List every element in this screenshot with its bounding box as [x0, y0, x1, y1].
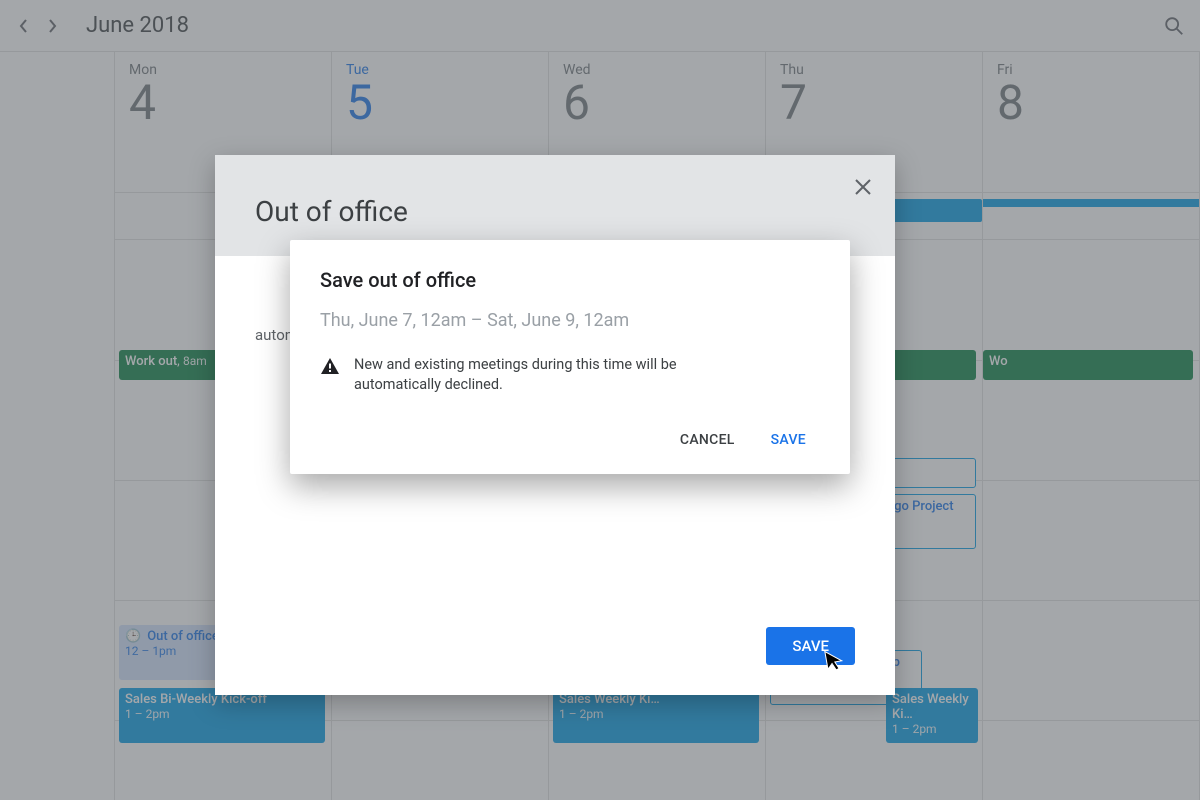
dialog-warning-text: New and existing meetings during this ti… — [354, 355, 760, 396]
warning-icon — [320, 357, 340, 382]
dialog-save-button[interactable]: SAVE — [757, 424, 820, 456]
close-icon — [854, 178, 872, 196]
save-ooo-dialog: Save out of office Thu, June 7, 12am – S… — [290, 240, 850, 474]
dialog-cancel-button[interactable]: CANCEL — [666, 424, 749, 456]
panel-close-button[interactable] — [845, 169, 881, 205]
panel-title: Out of office — [255, 195, 855, 228]
dialog-date-range: Thu, June 7, 12am – Sat, June 9, 12am — [320, 310, 820, 331]
dialog-title: Save out of office — [320, 268, 820, 292]
